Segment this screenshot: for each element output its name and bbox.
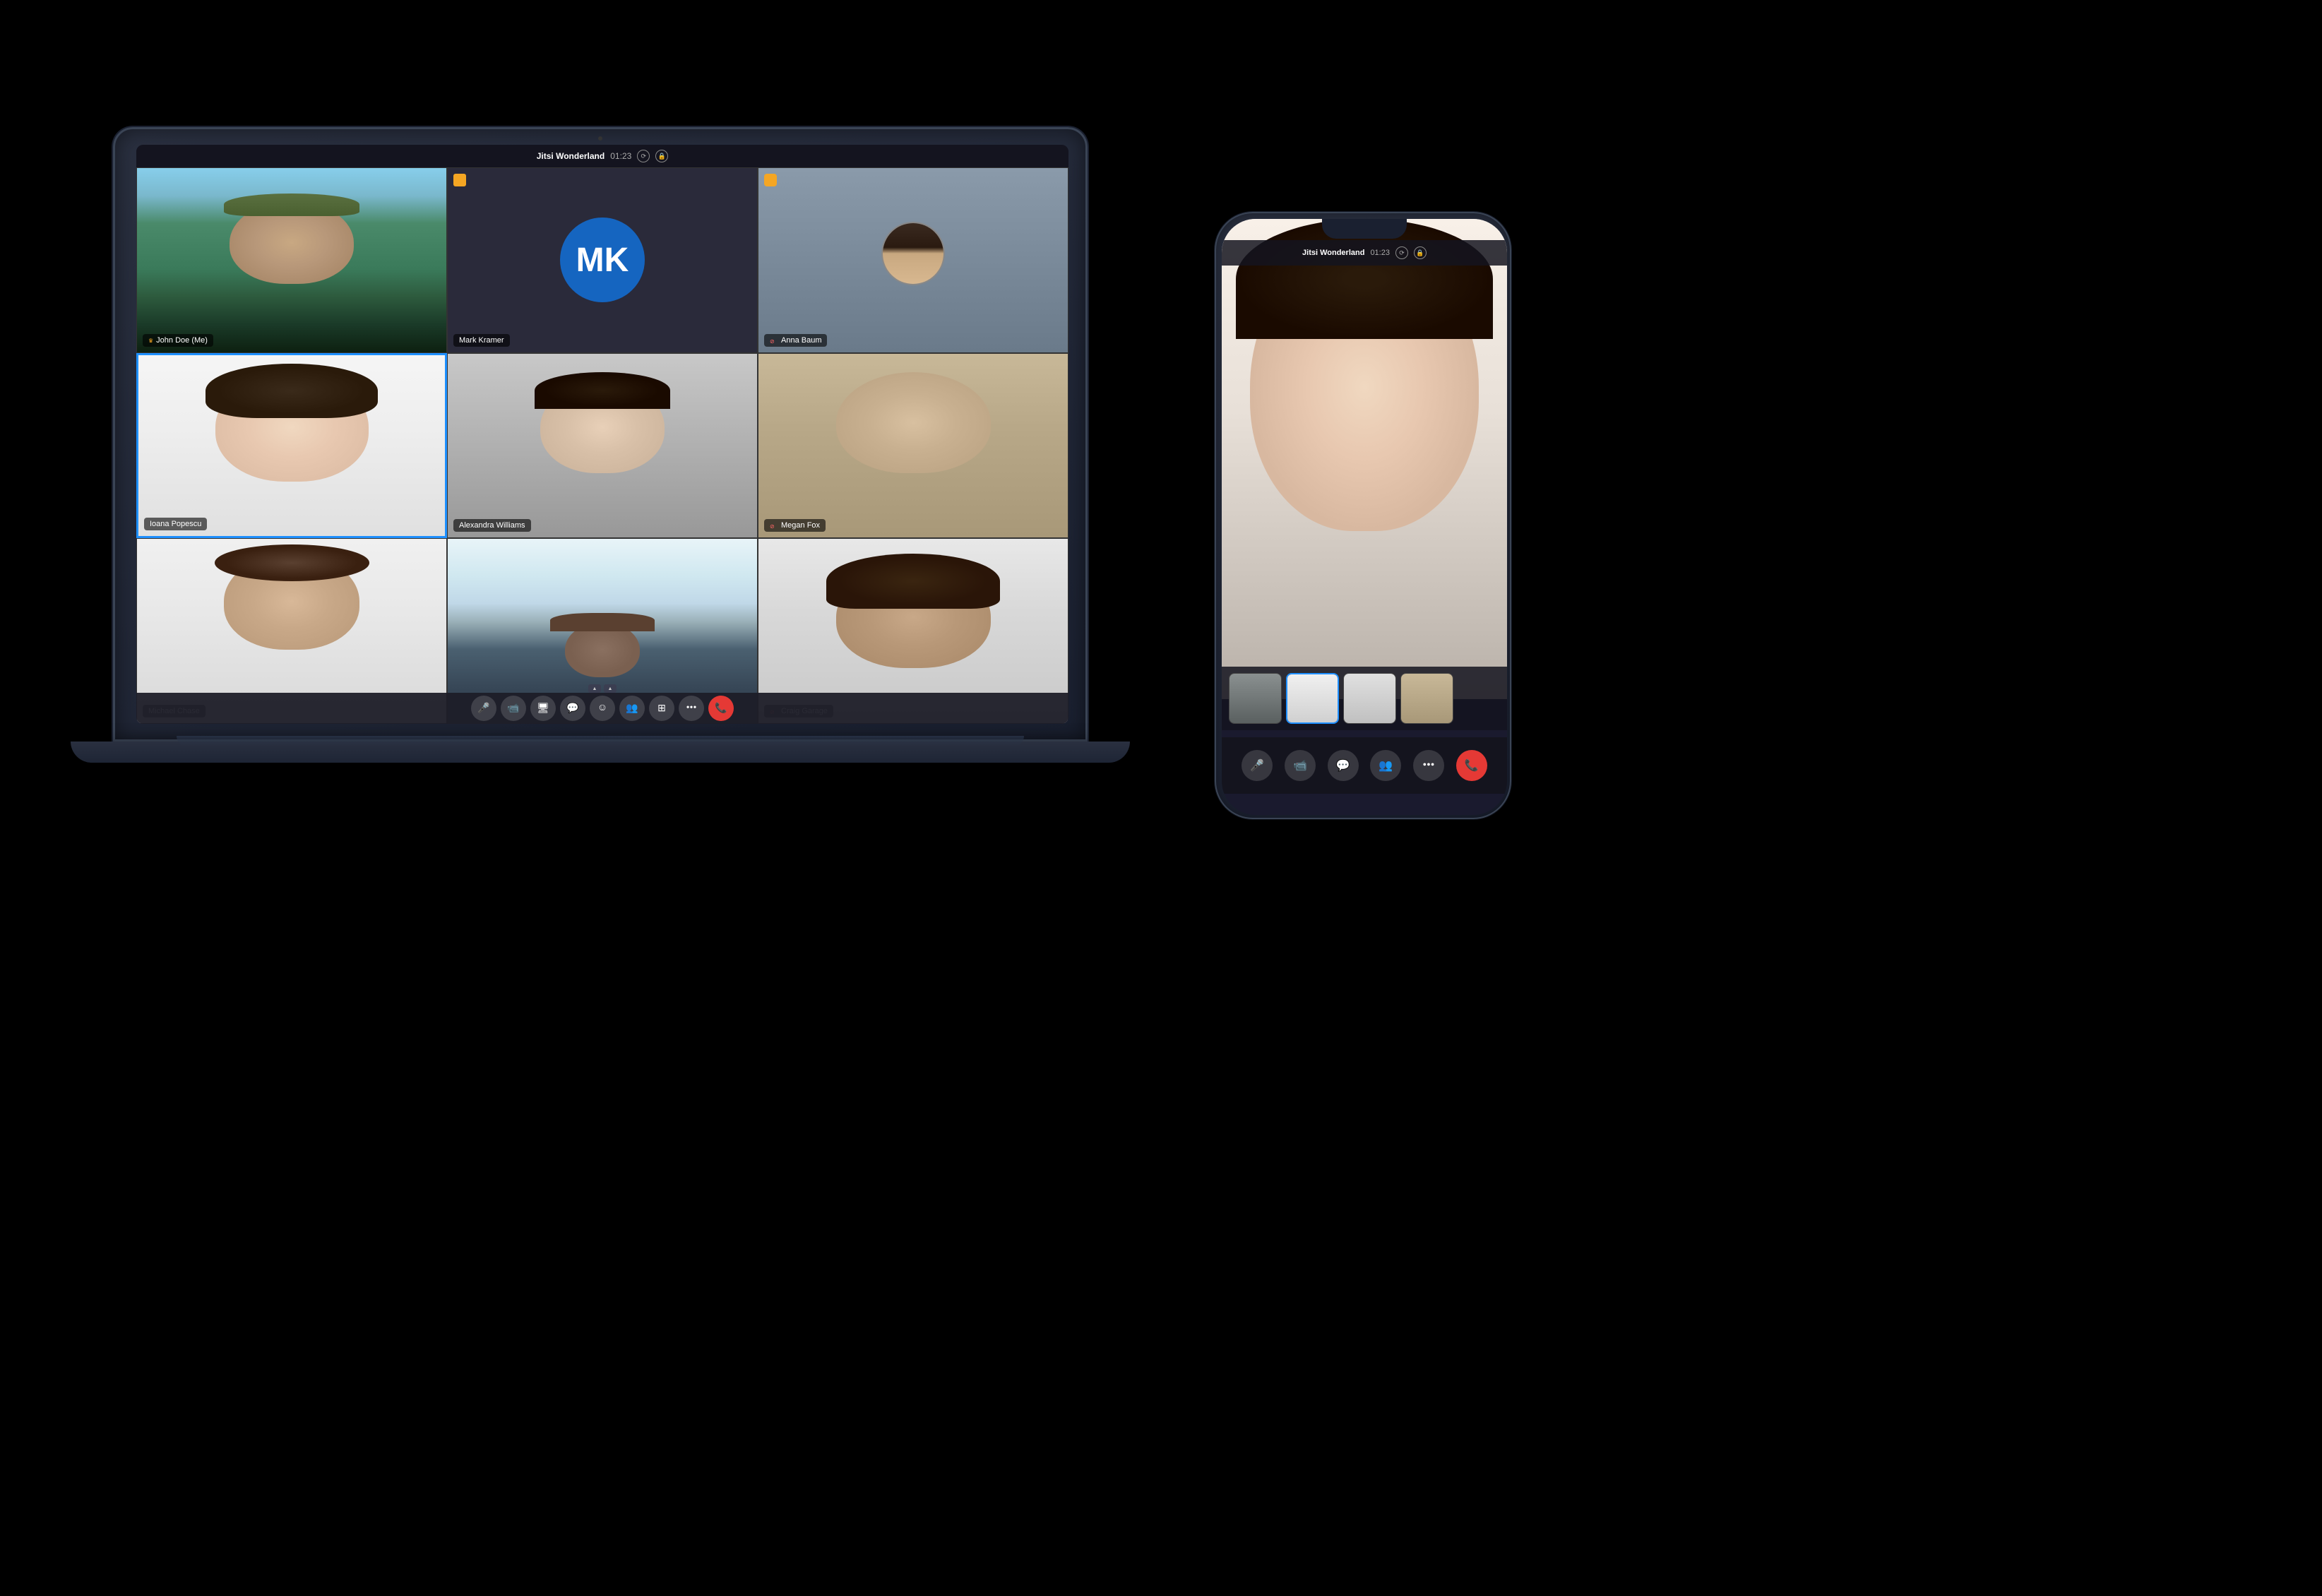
laptop-timer: 01:23 — [610, 151, 631, 161]
video-cell-mark[interactable]: MK Mark Kramer — [447, 167, 758, 353]
thumb-1-inner — [1230, 674, 1281, 723]
lock-icon[interactable]: 🔒 — [655, 150, 668, 162]
phone-speed-icon[interactable]: ⟳ — [1395, 246, 1408, 259]
cam-up-arrow[interactable]: ▲ — [604, 684, 617, 693]
thumb-3-inner — [1344, 674, 1395, 723]
phone: Jitsi Wonderland 01:23 ⟳ 🔒 — [1215, 212, 1511, 819]
mark-name-label: Mark Kramer — [453, 334, 510, 347]
john-video — [137, 168, 446, 352]
ioana-name: Ioana Popescu — [150, 520, 201, 528]
phone-main-video[interactable]: Jitsi Wonderland 01:23 ⟳ 🔒 — [1222, 219, 1507, 699]
phone-body: Jitsi Wonderland 01:23 ⟳ 🔒 — [1215, 212, 1511, 819]
mic-button[interactable]: 🎤 — [471, 696, 496, 721]
anna-badge — [764, 174, 777, 186]
phone-shadow — [1244, 819, 1482, 840]
crown-icon — [148, 336, 153, 345]
phone-more-button[interactable]: ••• — [1413, 750, 1444, 781]
phone-end-call-button[interactable]: 📞 — [1456, 750, 1487, 781]
phone-camera-button[interactable]: 📹 — [1285, 750, 1316, 781]
thumb-4[interactable] — [1400, 673, 1453, 724]
video-cell-anna[interactable]: Anna Baum — [758, 167, 1068, 353]
alexandra-name-label: Alexandra Williams — [453, 519, 531, 532]
chat-button[interactable]: 💬 — [560, 696, 585, 721]
laptop-shadow — [177, 736, 1024, 746]
end-call-button[interactable]: 📞 — [708, 696, 734, 721]
phone-participants-button[interactable]: 👥 — [1370, 750, 1401, 781]
anna-name: Anna Baum — [781, 336, 821, 345]
video-grid: John Doe (Me) MK Mark Kramer — [136, 145, 1068, 724]
video-cell-megan[interactable]: Megan Fox — [758, 353, 1068, 539]
megan-name: Megan Fox — [781, 521, 820, 530]
phone-screen: Jitsi Wonderland 01:23 ⟳ 🔒 — [1222, 219, 1507, 815]
anna-name-label: Anna Baum — [764, 334, 827, 347]
speed-icon[interactable]: ⟳ — [637, 150, 650, 162]
phone-notch — [1322, 219, 1407, 239]
alexandra-video — [448, 354, 757, 538]
laptop-camera — [598, 136, 602, 141]
video-cell-john[interactable]: John Doe (Me) — [136, 167, 447, 353]
megan-name-label: Megan Fox — [764, 519, 826, 532]
thumb-3[interactable] — [1343, 673, 1396, 724]
phone-main-figure — [1222, 219, 1507, 699]
phone-lock-icon[interactable]: 🔒 — [1414, 246, 1427, 259]
megan-video — [758, 354, 1068, 538]
laptop-body: Jitsi Wonderland 01:23 ⟳ 🔒 John Doe (Me) — [113, 127, 1088, 742]
anna-avatar — [881, 222, 945, 285]
phone-mic-button[interactable]: 🎤 — [1242, 750, 1273, 781]
thumb-2[interactable] — [1286, 673, 1339, 724]
thumb-1[interactable] — [1229, 673, 1282, 724]
alexandra-name: Alexandra Williams — [459, 521, 525, 530]
toolbar-up-arrows: ▲ ▲ — [588, 684, 617, 693]
camera-button[interactable]: 📹 — [501, 696, 526, 721]
video-cell-alexandra[interactable]: Alexandra Williams — [447, 353, 758, 539]
phone-meeting-title: Jitsi Wonderland — [1302, 249, 1364, 257]
grid-button[interactable]: ⊞ — [649, 696, 674, 721]
more-button[interactable]: ••• — [679, 696, 704, 721]
mark-avatar: MK — [560, 218, 645, 302]
phone-thumbnails — [1222, 667, 1507, 730]
scene: Jitsi Wonderland 01:23 ⟳ 🔒 John Doe (Me) — [0, 0, 2322, 1596]
mark-name: Mark Kramer — [459, 336, 504, 345]
phone-header: Jitsi Wonderland 01:23 ⟳ 🔒 — [1222, 240, 1507, 266]
video-cell-ioana[interactable]: Ioana Popescu — [136, 353, 447, 539]
laptop-meeting-title: Jitsi Wonderland — [537, 151, 605, 161]
phone-chat-button[interactable]: 💬 — [1328, 750, 1359, 781]
ioana-name-label: Ioana Popescu — [144, 518, 207, 530]
laptop-screen-header: Jitsi Wonderland 01:23 ⟳ 🔒 — [136, 145, 1068, 167]
ioana-video — [138, 355, 445, 537]
thumb-4-inner — [1401, 674, 1453, 723]
phone-timer: 01:23 — [1370, 249, 1390, 257]
participants-button[interactable]: 👥 — [619, 696, 645, 721]
john-name: John Doe (Me) — [156, 336, 208, 345]
emoji-button[interactable]: ☺ — [590, 696, 615, 721]
thumb-2-inner — [1287, 674, 1338, 722]
laptop: Jitsi Wonderland 01:23 ⟳ 🔒 John Doe (Me) — [113, 127, 1088, 763]
laptop-screen: Jitsi Wonderland 01:23 ⟳ 🔒 John Doe (Me) — [136, 145, 1068, 724]
anna-mute-icon — [770, 337, 777, 344]
mark-badge — [453, 174, 466, 186]
screen-share-button[interactable]: 🖥 — [530, 696, 556, 721]
mic-up-arrow[interactable]: ▲ — [588, 684, 601, 693]
laptop-toolbar: 🎤 📹 🖥 💬 ☺ 👥 ⊞ ••• 📞 — [136, 693, 1068, 724]
phone-toolbar: 🎤 📹 💬 👥 ••• 📞 — [1222, 737, 1507, 794]
megan-mute-icon — [770, 522, 777, 529]
john-name-label: John Doe (Me) — [143, 334, 213, 347]
